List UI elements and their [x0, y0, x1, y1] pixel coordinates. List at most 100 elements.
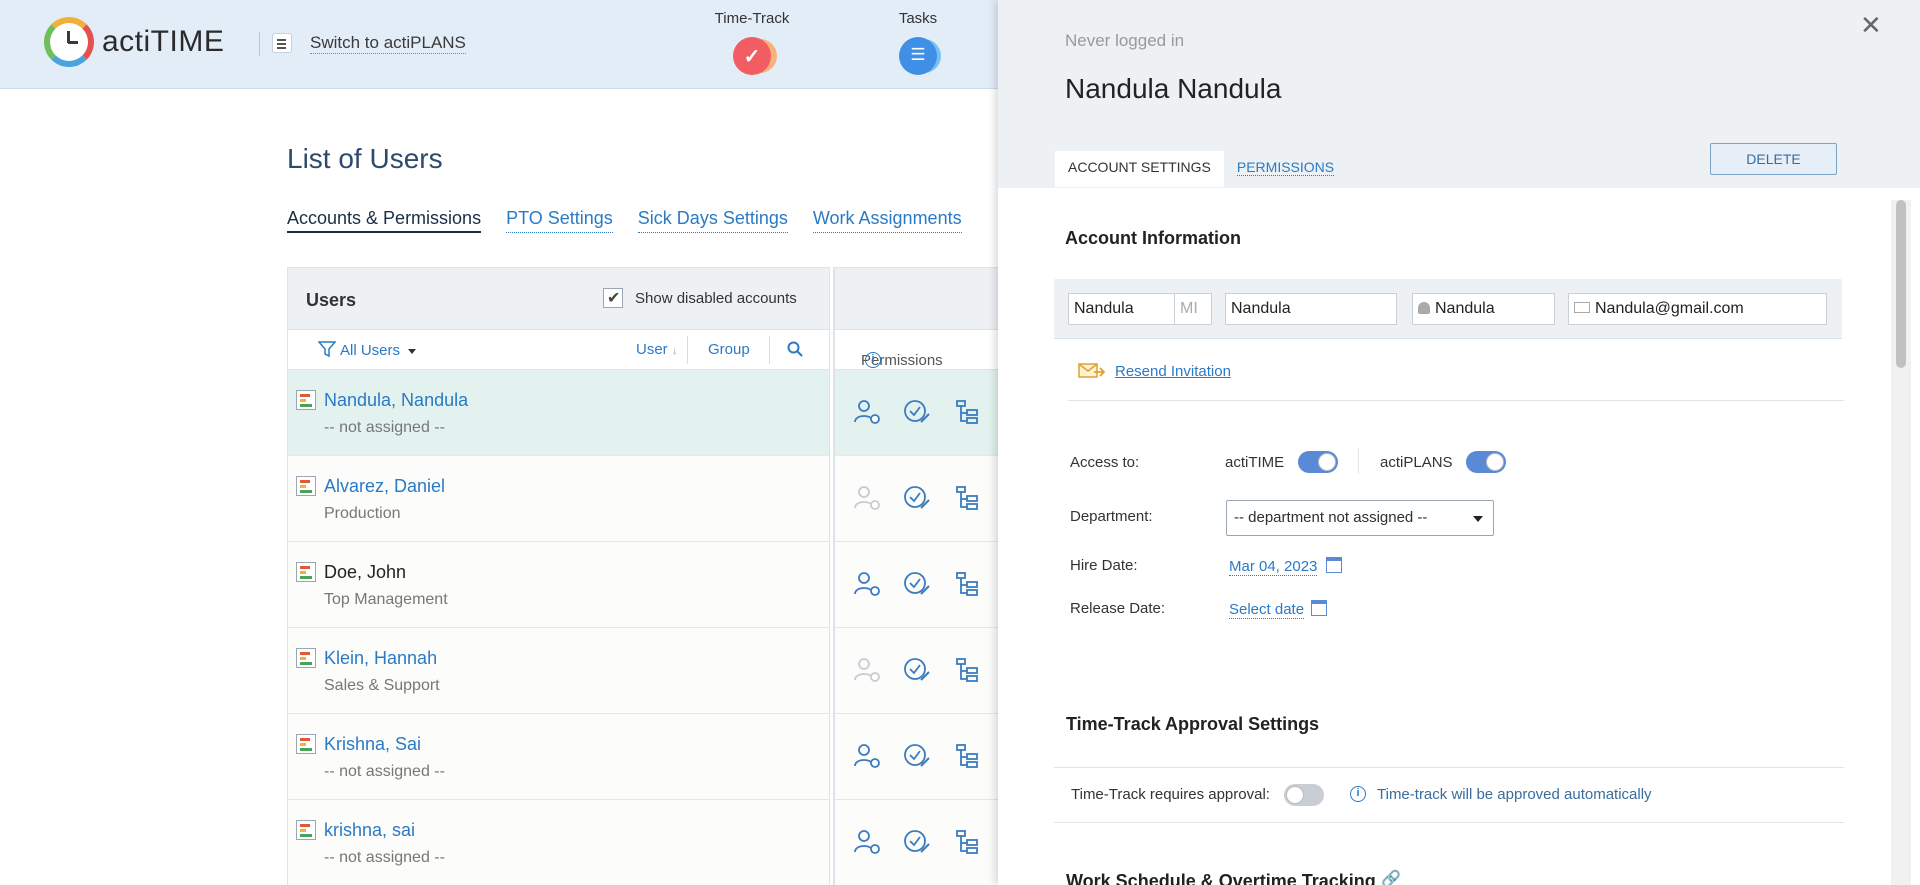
user-department: -- not assigned --	[324, 849, 445, 866]
approval-settings-title: Time-Track Approval Settings	[1066, 714, 1320, 734]
hire-date-picker[interactable]: Mar 04, 2023	[1229, 558, 1318, 576]
clock-logo-icon	[44, 17, 94, 67]
email-field[interactable]: Nandula@gmail.com	[1568, 293, 1827, 325]
logo-text: actiTIME	[102, 25, 225, 58]
actitime-logo[interactable]: actiTIME	[44, 17, 224, 67]
user-admin-icon[interactable]	[853, 570, 881, 598]
user-name-link[interactable]: krishna, sai	[324, 820, 415, 841]
user-row[interactable]: Doe, John Top Management	[288, 542, 829, 628]
approve-timesheet-icon[interactable]	[903, 742, 931, 770]
permissions-column: Permissions i	[833, 267, 1003, 885]
approval-required-toggle[interactable]	[1284, 784, 1324, 806]
user-admin-icon[interactable]	[853, 656, 881, 684]
resend-invitation-link[interactable]: Resend Invitation	[1115, 363, 1231, 380]
user-name-link[interactable]: Krishna, Sai	[324, 734, 421, 755]
hierarchy-icon[interactable]	[953, 742, 981, 770]
scrollbar-thumb[interactable]	[1896, 200, 1906, 368]
first-name-field[interactable]: Nandula	[1068, 293, 1175, 325]
actiplans-icon[interactable]	[272, 33, 292, 53]
link-icon[interactable]: 🔗	[1381, 869, 1401, 885]
tab-permissions[interactable]: PERMISSIONS	[1224, 151, 1347, 187]
user-report-icon[interactable]	[296, 562, 316, 582]
hierarchy-icon[interactable]	[953, 398, 981, 426]
release-date-label: Release Date:	[1070, 600, 1166, 617]
info-icon[interactable]: i	[865, 352, 881, 368]
sort-by-user[interactable]: User ↓	[636, 341, 678, 358]
user-name-link[interactable]: Alvarez, Daniel	[324, 476, 445, 497]
calendar-icon[interactable]	[1311, 600, 1327, 616]
show-disabled-label: Show disabled accounts	[635, 289, 797, 307]
switch-to-actiplans-link[interactable]: Switch to actiPLANS	[310, 33, 466, 54]
show-disabled-checkbox[interactable]	[603, 288, 623, 308]
user-admin-icon[interactable]	[853, 484, 881, 512]
user-name-link[interactable]: Klein, Hannah	[324, 648, 437, 669]
chevron-down-icon	[408, 348, 417, 354]
user-admin-icon[interactable]	[853, 398, 881, 426]
tab-accounts-permissions[interactable]: Accounts & Permissions	[287, 208, 482, 233]
show-disabled-toggle[interactable]: Show disabled accounts	[603, 288, 797, 308]
search-icon[interactable]	[786, 340, 804, 358]
user-row[interactable]: Krishna, Sai -- not assigned --	[288, 714, 829, 800]
tasks-list-icon	[899, 37, 937, 75]
hierarchy-icon[interactable]	[953, 656, 981, 684]
user-row[interactable]: krishna, sai -- not assigned --	[288, 800, 829, 885]
user-report-icon[interactable]	[296, 390, 316, 410]
approve-timesheet-icon[interactable]	[903, 484, 931, 512]
actitime-access-toggle[interactable]	[1298, 451, 1338, 473]
release-date-picker[interactable]: Select date	[1229, 601, 1305, 619]
calendar-icon[interactable]	[1326, 557, 1342, 573]
hierarchy-icon[interactable]	[953, 570, 981, 598]
user-row[interactable]: Alvarez, Daniel Production	[288, 456, 829, 542]
user-report-icon[interactable]	[296, 648, 316, 668]
user-name-link[interactable]: Nandula, Nandula	[324, 390, 468, 411]
panel-scrollbar[interactable]	[1891, 200, 1911, 885]
user-admin-icon[interactable]	[853, 742, 881, 770]
access-label: Access to:	[1070, 454, 1140, 471]
hierarchy-icon[interactable]	[953, 828, 981, 856]
user-row[interactable]: Klein, Hannah Sales & Support	[288, 628, 829, 714]
tab-sick-days-settings[interactable]: Sick Days Settings	[637, 208, 788, 233]
tab-work-assignments[interactable]: Work Assignments	[812, 208, 962, 233]
toggle-knob	[1286, 786, 1304, 804]
tab-permissions-label: PERMISSIONS	[1236, 159, 1335, 176]
divider	[769, 336, 770, 364]
work-schedule-title: Work Schedule & Overtime Tracking	[1066, 871, 1376, 885]
approve-timesheet-icon[interactable]	[903, 398, 931, 426]
permission-row	[835, 628, 1002, 714]
nav-tasks[interactable]: Tasks	[868, 10, 968, 75]
permissions-filter-row: Permissions i	[835, 330, 1002, 370]
last-name-field[interactable]: Nandula	[1225, 293, 1397, 325]
user-report-icon[interactable]	[296, 734, 316, 754]
users-title: Users	[306, 290, 357, 310]
actiplans-access-toggle[interactable]	[1466, 451, 1506, 473]
permission-row	[835, 370, 1002, 456]
filter-row: All Users User ↓ Group	[288, 330, 829, 370]
nav-time-track-label: Time-Track	[714, 10, 790, 27]
subtabs: Accounts & Permissions PTO Settings Sick…	[287, 208, 962, 233]
user-name[interactable]: Doe, John	[324, 562, 406, 583]
divider	[1054, 822, 1844, 823]
sort-by-group[interactable]: Group	[708, 341, 750, 358]
tab-account-settings[interactable]: ACCOUNT SETTINGS	[1055, 151, 1224, 187]
department-select[interactable]: -- department not assigned --	[1226, 500, 1494, 536]
approve-timesheet-icon[interactable]	[903, 656, 931, 684]
all-users-filter[interactable]: All Users	[340, 342, 417, 359]
nav-time-track[interactable]: Time-Track	[702, 10, 802, 75]
user-admin-icon[interactable]	[853, 828, 881, 856]
approve-timesheet-icon[interactable]	[903, 828, 931, 856]
user-row[interactable]: Nandula, Nandula -- not assigned --	[288, 370, 829, 456]
approve-timesheet-icon[interactable]	[903, 570, 931, 598]
user-report-icon[interactable]	[296, 820, 316, 840]
close-icon[interactable]: ✕	[1860, 10, 1882, 41]
user-report-icon[interactable]	[296, 476, 316, 496]
filter-icon[interactable]	[318, 340, 336, 358]
approval-required-label: Time-Track requires approval:	[1071, 786, 1270, 803]
toggle-knob	[1486, 453, 1504, 471]
hierarchy-icon[interactable]	[953, 484, 981, 512]
user-full-name: Nandula Nandula	[1065, 73, 1282, 104]
delete-user-button[interactable]: DELETE	[1710, 143, 1837, 175]
tab-pto-settings[interactable]: PTO Settings	[506, 208, 613, 233]
username-field[interactable]: Nandula	[1412, 293, 1555, 325]
permissions-header	[835, 268, 1002, 330]
middle-initial-field[interactable]: MI	[1174, 293, 1212, 325]
